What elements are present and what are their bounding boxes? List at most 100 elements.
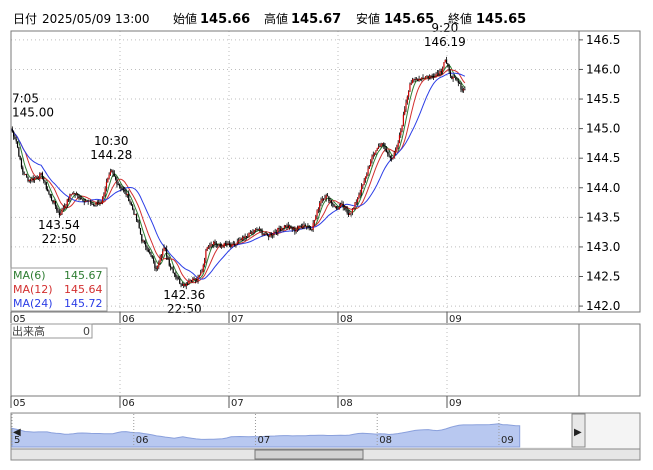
annotation-price: 22:50 [42,232,77,246]
x-tick-label: 09 [449,314,462,325]
candle-body [132,205,134,210]
candle-body [358,195,360,199]
candle-body [47,188,49,192]
candle-body [326,195,329,197]
candle-body [391,158,393,159]
annotation-time: 10:30 [94,134,129,148]
candle-body [202,265,204,272]
legend-ma6-label: MA(6) [13,269,46,282]
volume-x-tick-label: 06 [122,398,135,409]
candle-body [26,174,28,177]
candle-body [362,184,364,187]
annotation-time: 142.36 [163,288,205,302]
candle-body [43,178,45,181]
candle-body [241,237,244,240]
candle-body [304,224,306,227]
volume-label: 出来高 [12,324,45,338]
horizontal-scrollbar-thumb[interactable] [254,449,364,460]
candle-body [245,236,248,237]
candle-body [194,278,197,280]
candle-body [237,240,240,242]
candle-body [303,224,305,227]
candle-body [198,275,200,278]
candle-body [243,237,245,239]
candle-body [33,178,36,181]
candle-body [239,239,241,241]
candle-body [16,141,19,148]
candle-body [217,244,219,246]
header-low-label: 安値 [356,11,380,26]
header-open-value: 145.66 [200,12,250,27]
candle-body [105,182,108,189]
navigator-tick-label: 08 [379,435,392,446]
candle-body [167,256,169,260]
candle-body [383,143,385,147]
candle-body [159,257,161,263]
candle-body [60,213,62,215]
candle-body [44,180,46,183]
candle-body [171,267,173,269]
candle-body [345,206,347,210]
legend-ma12-value: 145.64 [64,283,103,296]
candle-body [282,228,284,230]
candle-body [427,76,429,78]
candle-body [58,212,60,215]
candle-body [151,255,153,259]
candle-body [368,166,370,169]
candle-body [149,251,151,253]
candle-body [249,232,251,234]
y-tick-label: 143.0 [586,240,620,254]
candle-body [205,250,207,260]
candle-body [28,179,30,182]
annotation-time: 7:05 [12,92,39,106]
candle-body [111,170,113,172]
candle-body [436,73,439,75]
candle-body [346,209,348,214]
volume-x-tick-label: 05 [13,398,26,409]
candle-body [254,229,257,231]
header-datetime: 2025/05/09 13:00 [42,12,150,26]
candle-body [287,225,289,228]
candle-body [113,173,115,177]
candle-body [248,232,250,238]
candle-body [224,243,227,244]
candle-body [333,204,335,207]
candle-body [423,77,425,79]
candle-body [75,193,77,195]
candle-body [104,188,106,195]
candle-body [230,245,232,247]
candle-body [464,89,466,91]
candle-body [408,91,410,97]
candle-body [200,273,202,276]
candle-body [460,83,462,90]
candle-body [77,193,79,195]
navigator[interactable]: 5 06 07 08 09◀ ▶ [10,412,641,461]
candle-body [30,179,32,181]
candle-body [302,226,304,228]
y-tick-label: 144.0 [586,181,620,195]
candle-body [121,188,123,190]
candle-body [306,226,308,228]
legend-ma24-label: MA(24) [13,297,53,310]
y-tick-label: 146.5 [586,33,620,47]
candle-body [372,154,374,157]
y-tick-label: 143.5 [586,210,620,224]
candle-body [270,233,272,236]
candle-body [222,246,224,248]
candle-body [334,206,336,207]
candle-body [91,203,93,205]
candle-body [240,239,242,241]
candle-body [268,235,270,237]
candle-body [52,200,54,203]
x-tick-label: 05 [13,314,26,325]
candle-body [24,174,26,176]
candle-body [158,262,160,267]
candle-body [88,200,91,202]
candle-body [312,223,314,230]
candle-body [355,202,357,203]
candle-body [128,193,130,201]
candle-body [31,178,33,181]
candle-body [23,171,25,175]
candle-body [83,201,85,203]
candle-body [18,147,20,156]
